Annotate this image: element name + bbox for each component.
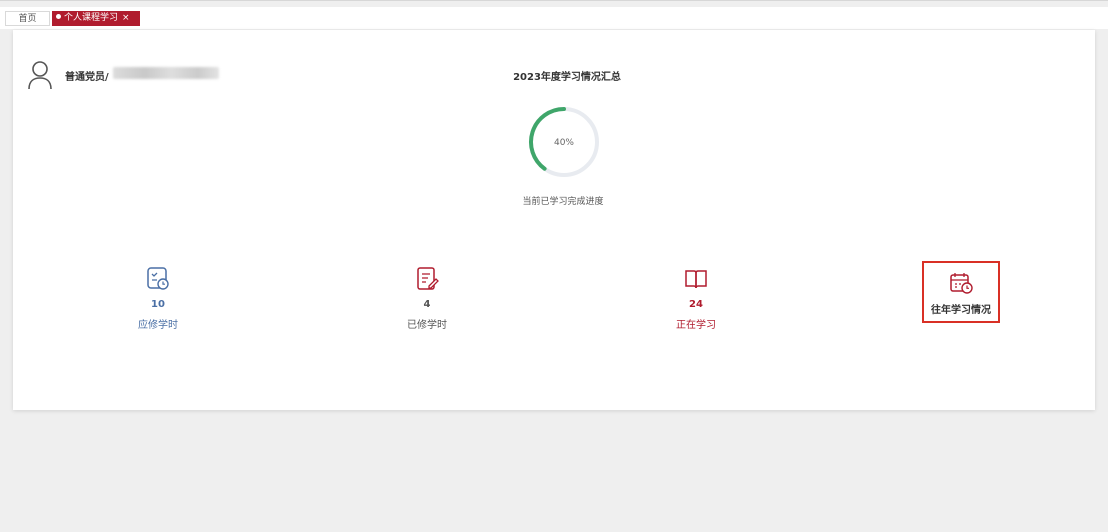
checklist-clock-icon [147, 267, 169, 290]
past-years-study-label: 往年学习情况 [931, 305, 991, 316]
edit-document-icon [417, 267, 439, 290]
calendar-clock-icon [950, 273, 973, 294]
tab-course-study-label: 个人课程学习 [64, 13, 119, 23]
stat-in-progress-label: 正在学习 [676, 320, 716, 331]
summary-title: 2023年度学习情况汇总 [513, 72, 621, 83]
tab-home-label: 首页 [18, 14, 37, 24]
user-role-name: 普通党员/ [65, 72, 109, 83]
redacted-name [113, 67, 219, 79]
stat-required-hours[interactable]: 10 应修学时 [98, 266, 218, 331]
stat-in-progress-value: 24 [689, 299, 703, 310]
past-years-study-button[interactable]: 往年学习情况 [922, 261, 1000, 323]
user-icon [28, 61, 52, 90]
active-dot-icon [56, 14, 61, 19]
stat-completed-hours[interactable]: 4 已修学时 [367, 266, 487, 331]
tab-course-study[interactable]: 个人课程学习 × [52, 11, 140, 26]
progress-label: 当前已学习完成进度 [522, 197, 604, 207]
top-border [0, 0, 1108, 1]
tab-bar: 首页 个人课程学习 × [0, 7, 1108, 29]
study-summary-panel: 普通党员/ 2023年度学习情况汇总 40% 当前已学习完成进度 10 应修学时… [13, 30, 1095, 410]
stat-completed-value: 4 [423, 299, 431, 310]
close-icon[interactable]: × [122, 13, 130, 23]
tab-home[interactable]: 首页 [5, 11, 50, 26]
progress-percent: 40% [553, 138, 574, 148]
open-book-icon [685, 270, 707, 289]
stat-required-label: 应修学时 [138, 320, 178, 331]
stat-in-progress[interactable]: 24 正在学习 [636, 266, 756, 331]
stat-completed-label: 已修学时 [407, 320, 447, 331]
stat-required-value: 10 [151, 299, 165, 310]
